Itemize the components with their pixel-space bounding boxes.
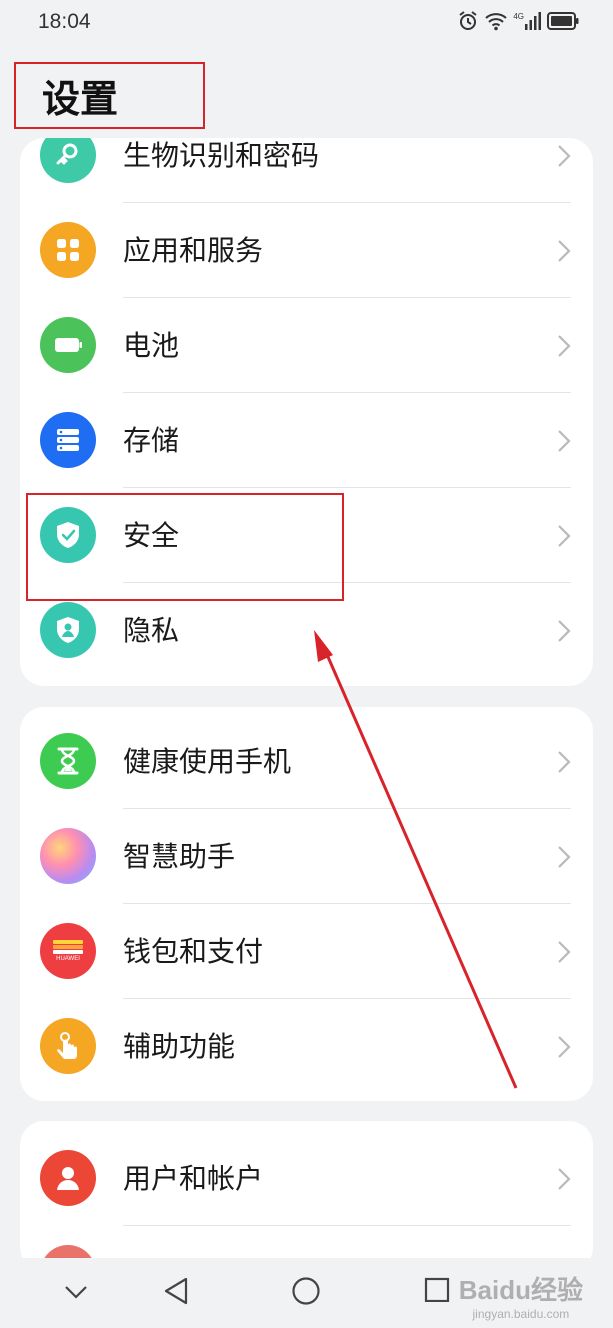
wallet-badge-text: HUAWEI (56, 956, 80, 962)
accessibility-hand-icon (40, 1018, 96, 1074)
chevron-right-icon (558, 240, 571, 262)
settings-item-storage[interactable]: 存储 (20, 393, 593, 488)
title-annotation-box (14, 62, 205, 129)
chevron-right-icon (558, 335, 571, 357)
settings-item-digital-balance[interactable]: 健康使用手机 (20, 714, 593, 809)
chevron-right-icon (558, 145, 571, 167)
settings-item-battery[interactable]: 电池 (20, 298, 593, 393)
status-bar: 18:04 4G (0, 0, 613, 44)
settings-item-label: 辅助功能 (123, 1030, 236, 1063)
signal-4g-icon: 4G (513, 12, 541, 30)
settings-item-label: 智慧助手 (123, 840, 236, 873)
collapse-icon[interactable] (64, 1284, 88, 1300)
chevron-right-icon (558, 751, 571, 773)
settings-item-label: 应用和服务 (123, 234, 264, 267)
privacy-icon (40, 602, 96, 658)
chevron-right-icon (558, 620, 571, 642)
chevron-right-icon (558, 1036, 571, 1058)
battery-icon (547, 12, 579, 30)
settings-item-label: 健康使用手机 (123, 745, 292, 778)
settings-item-label: 钱包和支付 (123, 935, 264, 968)
chevron-right-icon (558, 525, 571, 547)
back-icon[interactable] (162, 1276, 190, 1306)
settings-item-wallet[interactable]: HUAWEI 钱包和支付 (20, 904, 593, 999)
security-annotation-box (26, 493, 344, 601)
chevron-right-icon (558, 941, 571, 963)
settings-item-assistant[interactable]: 智慧助手 (20, 809, 593, 904)
watermark: Baidu经验 jingyan.baidu.com (459, 1270, 583, 1321)
watermark-line1: Baidu经验 (458, 1275, 583, 1305)
battery-icon (40, 317, 96, 373)
settings-item-users-accounts[interactable]: 用户和帐户 (20, 1131, 593, 1226)
settings-item-accessibility[interactable]: 辅助功能 (20, 999, 593, 1094)
assistant-icon (40, 828, 96, 884)
key-icon (40, 138, 96, 183)
home-icon[interactable] (291, 1276, 321, 1306)
settings-item-label: 电池 (123, 329, 180, 362)
recents-icon[interactable] (424, 1276, 450, 1302)
chevron-right-icon (558, 1168, 571, 1190)
settings-item-biometrics[interactable]: 生物识别和密码 (20, 138, 593, 203)
network-type-label: 4G (513, 12, 524, 21)
wallet-icon: HUAWEI (40, 923, 96, 979)
settings-group-3: 用户和帐户 (20, 1121, 593, 1271)
settings-item-label: 生物识别和密码 (123, 139, 320, 172)
status-icons: 4G (457, 10, 579, 32)
user-icon (40, 1150, 96, 1206)
alarm-icon (459, 11, 477, 30)
settings-group-2: 健康使用手机 智慧助手 HUAWEI 钱包和支付 辅助功能 (20, 707, 593, 1101)
settings-item-apps[interactable]: 应用和服务 (20, 203, 593, 298)
settings-item-label: 用户和帐户 (123, 1162, 264, 1195)
settings-item-label: 存储 (123, 424, 180, 457)
divider (123, 1225, 571, 1226)
chevron-right-icon (558, 430, 571, 452)
storage-icon (40, 412, 96, 468)
apps-grid-icon (40, 222, 96, 278)
status-time: 18:04 (38, 10, 91, 33)
wifi-icon (485, 13, 507, 31)
chevron-right-icon (558, 846, 571, 868)
watermark-line2: jingyan.baidu.com (472, 1307, 570, 1321)
hourglass-icon (40, 733, 96, 789)
settings-group-1: 生物识别和密码 应用和服务 电池 存储 安全 隐私 (20, 138, 593, 686)
